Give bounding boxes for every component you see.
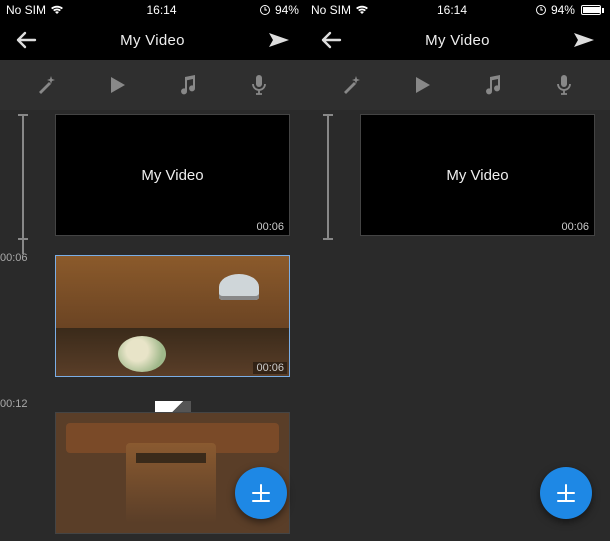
alarm-icon [259, 4, 271, 16]
clip-duration-label: 00:06 [253, 221, 287, 233]
add-clip-button[interactable] [235, 467, 287, 519]
battery-text: 94% [551, 3, 575, 17]
editor-pane-left: No SIM 16:14 94% My Video [0, 0, 305, 541]
mic-button[interactable] [239, 65, 279, 105]
send-button[interactable] [265, 26, 293, 54]
nav-bar: My Video [0, 20, 305, 60]
effects-button[interactable] [26, 65, 66, 105]
page-title: My Video [425, 32, 490, 49]
timeline-editor[interactable]: 00:06 00:12 My Video 00:06 00:06 [0, 110, 305, 541]
add-clip-button[interactable] [540, 467, 592, 519]
status-bar: No SIM 16:14 94% [305, 0, 610, 20]
nav-bar: My Video [305, 20, 610, 60]
clip-video-1[interactable]: 00:06 [55, 255, 290, 377]
thumbnail-object [126, 443, 216, 523]
wifi-icon [50, 5, 64, 15]
battery-icon [579, 5, 604, 15]
back-button[interactable] [317, 26, 345, 54]
battery-fill [583, 7, 600, 13]
play-button[interactable] [97, 65, 137, 105]
play-button[interactable] [402, 65, 442, 105]
toolbar [305, 60, 610, 110]
page-title: My Video [120, 32, 185, 49]
music-button[interactable] [473, 65, 513, 105]
clip-title-label: My Video [446, 167, 508, 184]
time-marker-2: 00:12 [0, 398, 28, 410]
mic-button[interactable] [544, 65, 584, 105]
bracket-bottom-icon [323, 238, 333, 240]
clip-duration-label: 00:06 [558, 221, 592, 233]
bracket-line-icon [22, 114, 24, 254]
toolbar [0, 60, 305, 110]
thumbnail-object [219, 274, 259, 300]
wifi-icon [355, 5, 369, 15]
clip-title-label: My Video [141, 167, 203, 184]
clip-duration-label: 00:06 [253, 362, 287, 374]
carrier-label: No SIM [311, 3, 351, 17]
send-button[interactable] [570, 26, 598, 54]
clock-label: 16:14 [437, 3, 467, 17]
time-marker-1: 00:06 [0, 252, 28, 264]
effects-button[interactable] [331, 65, 371, 105]
clip-title-card[interactable]: My Video 00:06 [360, 114, 595, 236]
carrier-label: No SIM [6, 3, 46, 17]
bracket-bottom-icon [18, 238, 28, 240]
clock-label: 16:14 [146, 3, 176, 17]
music-button[interactable] [168, 65, 208, 105]
battery-text: 94% [275, 3, 299, 17]
alarm-icon [535, 4, 547, 16]
thumbnail-object [118, 336, 166, 372]
back-button[interactable] [12, 26, 40, 54]
clip-title-card[interactable]: My Video 00:06 [55, 114, 290, 236]
timeline-editor[interactable]: My Video 00:06 [305, 110, 610, 541]
editor-pane-right: No SIM 16:14 94% My Video [305, 0, 610, 541]
bracket-line-icon [327, 114, 329, 238]
status-bar: No SIM 16:14 94% [0, 0, 305, 20]
